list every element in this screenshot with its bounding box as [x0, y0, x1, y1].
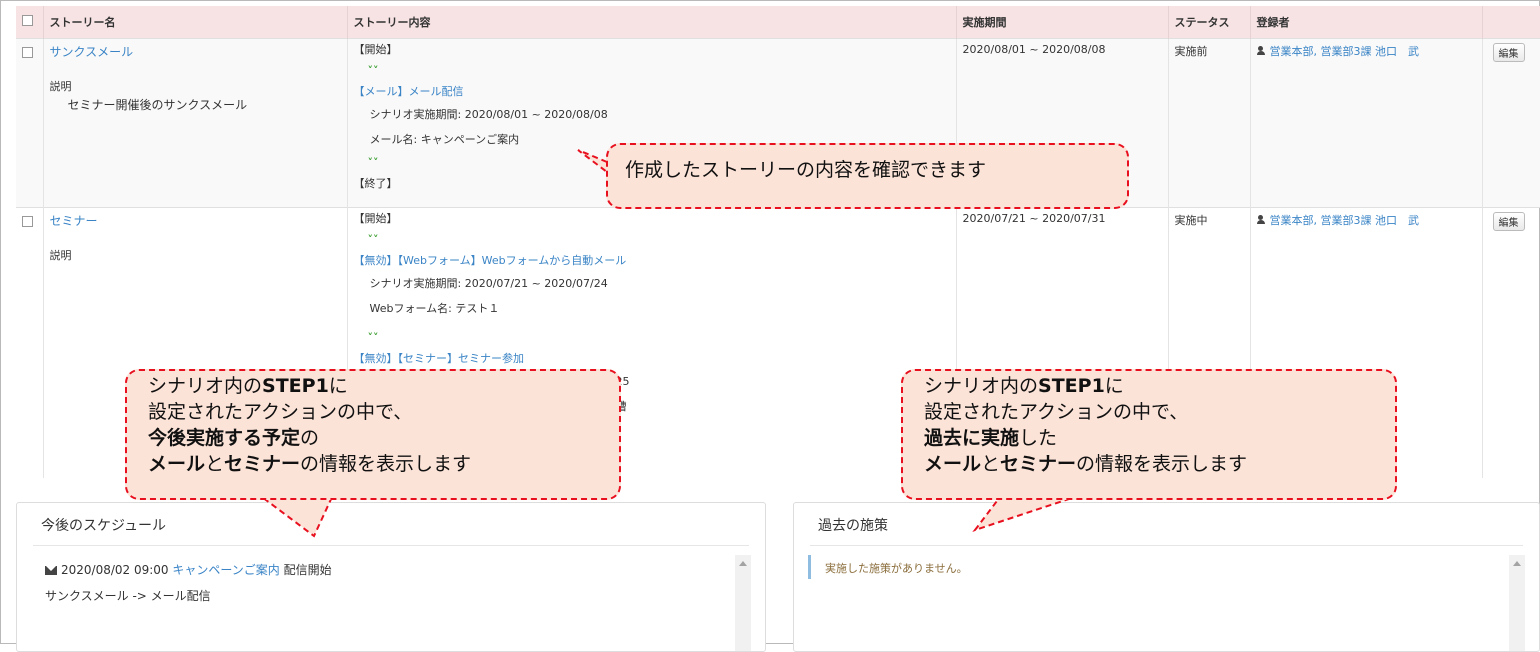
callout-text: 設定されたアクションの中で、	[924, 401, 1189, 423]
callout-text: 設定されたアクションの中で、	[148, 401, 413, 423]
callout-text: の情報を表示します	[300, 453, 472, 475]
callout-text: 過去に実施	[924, 427, 1020, 449]
callout-text: と	[205, 453, 225, 475]
callout-tails	[259, 149, 1076, 538]
callout-left: シナリオ内のSTEP1に 設定されたアクションの中で、 今後実施する予定の メー…	[125, 369, 621, 500]
callout-text: 今後実施する予定	[148, 427, 301, 449]
callout-text: STEP1	[262, 375, 329, 397]
callout-text: に	[328, 375, 348, 397]
callout-top-text: 作成したストーリーの内容を確認できます	[625, 159, 987, 181]
callout-text: と	[981, 453, 1001, 475]
callout-text: メール	[924, 453, 982, 475]
callout-text: STEP1	[1038, 375, 1105, 397]
callout-top: 作成したストーリーの内容を確認できます	[606, 143, 1129, 209]
callout-text: の情報を表示します	[1076, 453, 1248, 475]
callout-text: に	[1104, 375, 1124, 397]
callout-text: シナリオ内の	[924, 375, 1039, 397]
callout-text: の	[300, 427, 320, 449]
callout-text: セミナー	[1000, 453, 1077, 475]
callout-text: メール	[148, 453, 206, 475]
callout-right: シナリオ内のSTEP1に 設定されたアクションの中で、 過去に実施した メールと…	[901, 369, 1397, 500]
callout-text: シナリオ内の	[148, 375, 263, 397]
callout-text: した	[1019, 427, 1058, 449]
callout-text: セミナー	[224, 453, 301, 475]
